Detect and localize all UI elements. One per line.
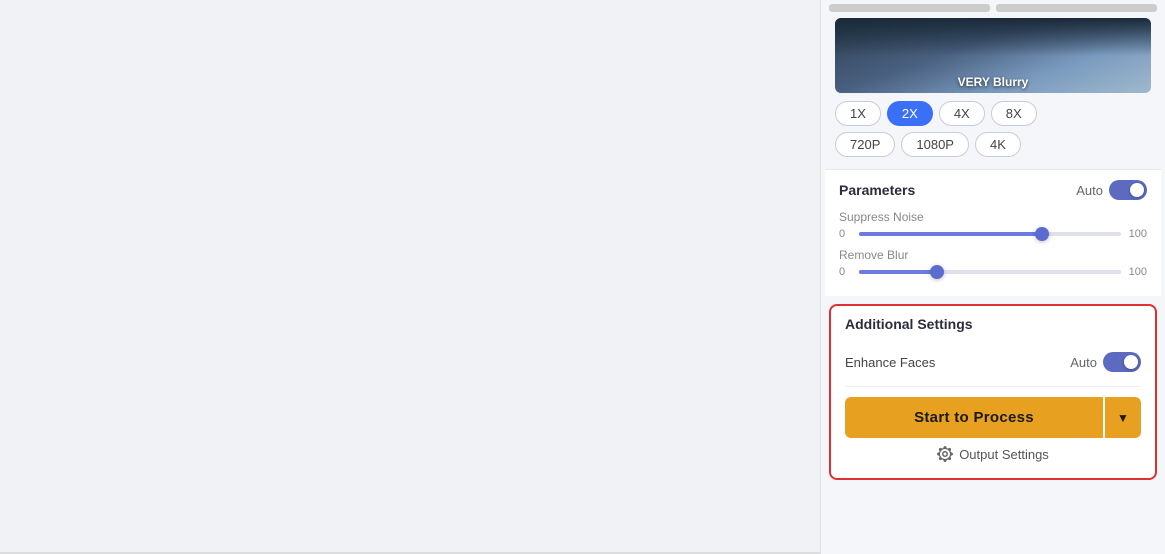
scale-section: 1X 2X 4X 8X 720P 1080P 4K (825, 101, 1161, 169)
remove-blur-fill (859, 270, 937, 274)
scale-8x-btn[interactable]: 8X (991, 101, 1037, 126)
scale-2x-btn[interactable]: 2X (887, 101, 933, 126)
settings-divider (845, 386, 1141, 387)
enhance-faces-auto: Auto (1070, 352, 1141, 372)
top-thumbnails (825, 4, 1161, 12)
remove-blur-label: Remove Blur (839, 248, 1147, 262)
parameters-toggle[interactable] (1109, 180, 1147, 200)
remove-blur-thumb[interactable] (930, 265, 944, 279)
res-4k-btn[interactable]: 4K (975, 132, 1021, 157)
enhance-faces-label: Enhance Faces (845, 355, 935, 370)
suppress-noise-fill (859, 232, 1042, 236)
remove-blur-row: 0 100 (839, 266, 1147, 278)
remove-blur-slider[interactable] (859, 270, 1121, 274)
remove-blur-min: 0 (839, 266, 851, 278)
process-dropdown-button[interactable]: ▼ (1105, 397, 1141, 438)
remove-blur-max: 100 (1129, 266, 1147, 278)
gear-icon (937, 446, 953, 462)
res-1080p-btn[interactable]: 1080P (901, 132, 969, 157)
right-panel-inner: VERY Blurry 1X 2X 4X 8X 720P 1080P 4K Pa… (821, 0, 1165, 492)
left-panel (0, 0, 820, 554)
parameters-auto-label: Auto (1076, 183, 1103, 198)
scale-4x-btn[interactable]: 4X (939, 101, 985, 126)
suppress-noise-slider[interactable] (859, 232, 1121, 236)
parameters-toggle-track (1109, 180, 1147, 200)
thumbnail-image: VERY Blurry (835, 18, 1151, 93)
scale-1x-btn[interactable]: 1X (835, 101, 881, 126)
start-to-process-button[interactable]: Start to Process (845, 397, 1103, 438)
enhance-faces-toggle[interactable] (1103, 352, 1141, 372)
suppress-noise-max: 100 (1129, 228, 1147, 240)
suppress-noise-row: 0 100 (839, 228, 1147, 240)
output-settings-row[interactable]: Output Settings (845, 438, 1141, 466)
scale-resolution-row: 720P 1080P 4K (835, 132, 1151, 157)
process-btn-row: Start to Process ▼ (845, 397, 1141, 438)
res-720p-btn[interactable]: 720P (835, 132, 895, 157)
thumb-placeholder-2 (996, 4, 1157, 12)
suppress-noise-min: 0 (839, 228, 851, 240)
enhance-faces-row: Enhance Faces Auto (845, 352, 1141, 372)
output-settings-label: Output Settings (959, 447, 1049, 462)
enhance-faces-toggle-thumb (1124, 355, 1138, 369)
thumbnail-label: VERY Blurry (950, 71, 1037, 93)
scale-multiplier-row: 1X 2X 4X 8X (835, 101, 1151, 126)
thumb-placeholder-1 (829, 4, 990, 12)
enhance-faces-toggle-track (1103, 352, 1141, 372)
thumbnail-area: VERY Blurry (825, 18, 1161, 101)
parameters-section: Parameters Auto Suppress Noise 0 (825, 169, 1161, 296)
additional-settings-title: Additional Settings (845, 316, 973, 332)
parameters-header: Parameters Auto (839, 180, 1147, 200)
additional-settings-section: Additional Settings Enhance Faces Auto S… (829, 304, 1157, 480)
suppress-noise-thumb[interactable] (1035, 227, 1049, 241)
divider (0, 552, 820, 553)
enhance-faces-auto-label: Auto (1070, 355, 1097, 370)
parameters-toggle-thumb (1130, 183, 1144, 197)
parameters-auto-toggle: Auto (1076, 180, 1147, 200)
suppress-noise-label: Suppress Noise (839, 210, 1147, 224)
additional-settings-header: Additional Settings (845, 316, 1141, 342)
right-panel: VERY Blurry 1X 2X 4X 8X 720P 1080P 4K Pa… (820, 0, 1165, 554)
parameters-title: Parameters (839, 182, 915, 198)
chevron-down-icon: ▼ (1117, 411, 1129, 425)
